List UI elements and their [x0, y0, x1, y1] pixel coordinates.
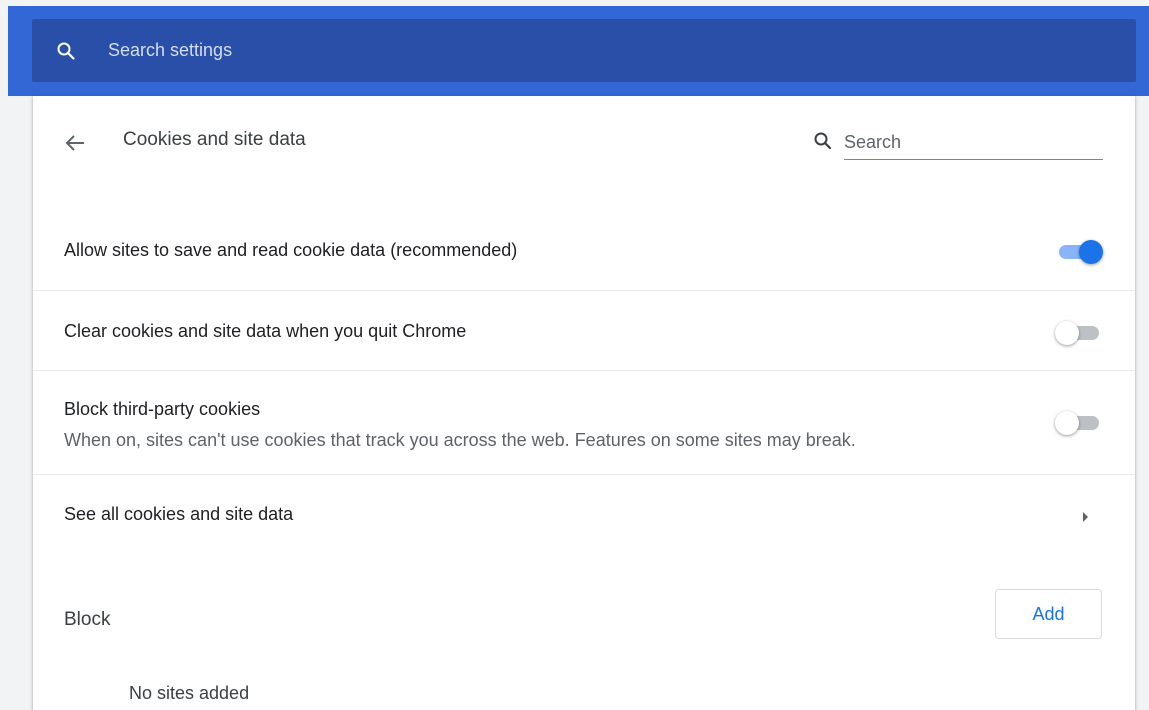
back-arrow-icon[interactable] — [62, 130, 88, 156]
setting-row-clear-on-quit: Clear cookies and site data when you qui… — [33, 290, 1135, 371]
add-site-button[interactable]: Add — [995, 589, 1102, 639]
toggle-knob — [1079, 240, 1103, 264]
settings-search-box[interactable] — [32, 19, 1136, 82]
subpage-header: Cookies and site data — [33, 96, 1135, 188]
top-bar — [8, 6, 1149, 96]
chevron-right-icon — [1077, 509, 1093, 525]
block-third-party-toggle[interactable] — [1055, 411, 1103, 435]
search-icon — [813, 131, 835, 153]
cookies-card: Cookies and site data Allow sites to sav… — [33, 96, 1135, 710]
block-section-title: Block — [64, 609, 111, 630]
page-title: Cookies and site data — [123, 129, 306, 150]
clear-on-quit-toggle[interactable] — [1055, 321, 1103, 345]
setting-row-allow-cookies: Allow sites to save and read cookie data… — [33, 209, 1135, 290]
subpage-search-input[interactable] — [844, 126, 1103, 160]
subpage-search[interactable] — [813, 126, 1103, 160]
toggle-knob — [1055, 411, 1079, 435]
setting-row-block-third-party: Block third-party cookies When on, sites… — [33, 370, 1135, 475]
allow-cookies-toggle[interactable] — [1055, 240, 1103, 264]
setting-description: When on, sites can't use cookies that tr… — [64, 430, 856, 450]
no-sites-text: No sites added — [129, 683, 250, 703]
setting-label: Clear cookies and site data when you qui… — [64, 321, 467, 341]
search-icon — [54, 39, 78, 63]
setting-label: Block third-party cookies — [64, 399, 261, 419]
see-all-cookies-link[interactable]: See all cookies and site data — [33, 474, 1135, 555]
toggle-knob — [1055, 321, 1079, 345]
setting-label: See all cookies and site data — [64, 504, 294, 524]
settings-search-input[interactable] — [106, 39, 710, 62]
settings-page: Cookies and site data Allow sites to sav… — [0, 0, 1149, 710]
setting-label: Allow sites to save and read cookie data… — [64, 240, 518, 260]
